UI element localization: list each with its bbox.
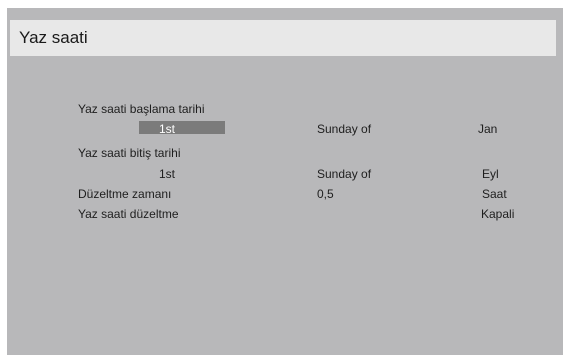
end-week-value[interactable]: 1st <box>159 167 175 181</box>
page-title: Yaz saati <box>19 28 88 47</box>
offset-label: Düzeltme zamanı <box>78 187 172 201</box>
start-month-value[interactable]: Jan <box>478 122 497 136</box>
start-week-selector[interactable] <box>139 121 225 134</box>
dst-correction-label: Yaz saati düzeltme <box>78 207 179 221</box>
title-bar: Yaz saati <box>10 20 556 56</box>
offset-unit: Saat <box>482 187 507 201</box>
start-date-label: Yaz saati başlama tarihi <box>78 102 205 116</box>
settings-panel <box>7 8 563 355</box>
end-day-value[interactable]: Sunday of <box>317 167 371 181</box>
offset-value[interactable]: 0,5 <box>317 187 334 201</box>
start-day-value[interactable]: Sunday of <box>317 122 371 136</box>
end-month-value[interactable]: Eyl <box>482 167 499 181</box>
start-week-value[interactable]: 1st <box>159 122 175 136</box>
dst-correction-value[interactable]: Kapali <box>481 207 514 221</box>
end-date-label: Yaz saati bitiş tarihi <box>78 146 181 160</box>
